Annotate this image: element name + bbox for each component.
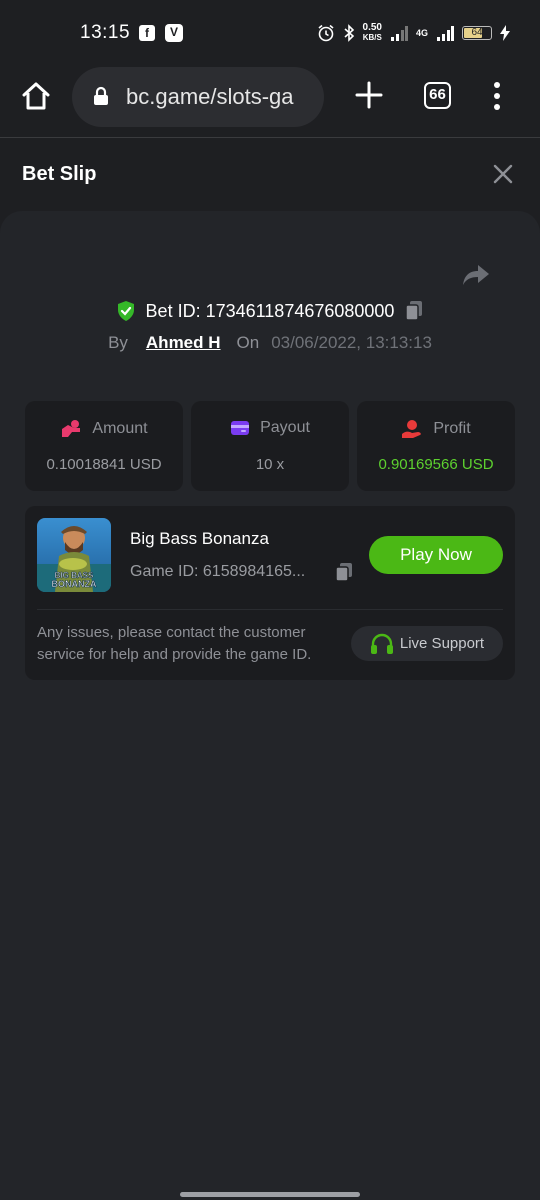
amount-value: 0.10018841 USD bbox=[46, 456, 162, 473]
amount-card: Amount 0.10018841 USD bbox=[25, 401, 183, 491]
signal-icon bbox=[390, 26, 408, 41]
on-label: On bbox=[236, 333, 260, 352]
headset-icon bbox=[370, 633, 393, 654]
battery-icon: 64 bbox=[462, 26, 492, 40]
tab-switcher-button[interactable]: 66 bbox=[424, 82, 451, 109]
bet-detail-panel bbox=[0, 211, 540, 1200]
copy-icon[interactable] bbox=[335, 562, 353, 582]
network-type: 4G bbox=[415, 28, 428, 38]
more-vert-icon[interactable] bbox=[490, 81, 504, 111]
by-label: By bbox=[108, 333, 128, 352]
profit-hand-icon bbox=[402, 420, 422, 438]
thumb-title-line2: BONANZA bbox=[52, 579, 97, 589]
bet-slip-header: Bet Slip bbox=[0, 139, 540, 211]
home-indicator[interactable] bbox=[180, 1192, 360, 1197]
bet-id: Bet ID: 1734611874676080000 bbox=[145, 300, 395, 321]
game-card: BIG BASS BONANZA Big Bass Bonanza Game I… bbox=[25, 506, 515, 680]
lock-icon bbox=[94, 86, 108, 105]
copy-icon[interactable] bbox=[404, 300, 424, 322]
payout-card: Payout 10 x bbox=[191, 401, 349, 491]
money-bag-icon bbox=[62, 420, 81, 437]
payout-value: 10 x bbox=[255, 456, 285, 473]
verified-shield-icon bbox=[117, 301, 134, 321]
net-speed: 0.50 KB/S bbox=[362, 22, 382, 43]
facebook-icon: f bbox=[139, 25, 155, 41]
bet-datetime: 03/06/2022, 13:13:13 bbox=[271, 333, 432, 352]
page-title: Bet Slip bbox=[22, 163, 97, 185]
bet-id-row: Bet ID: 1734611874676080000 bbox=[0, 300, 540, 326]
signal-icon-2 bbox=[437, 26, 454, 41]
browser-toolbar: bc.game/slots-ga 66 bbox=[0, 66, 540, 138]
game-name[interactable]: Big Bass Bonanza bbox=[130, 529, 269, 549]
divider bbox=[37, 609, 503, 610]
payout-label: Payout bbox=[260, 419, 310, 436]
vpn-icon: V bbox=[165, 24, 183, 42]
home-icon[interactable] bbox=[20, 80, 52, 112]
status-icons: 0.50 KB/S 4G 64 bbox=[317, 20, 510, 46]
close-icon[interactable] bbox=[492, 163, 514, 185]
status-time: 13:15 bbox=[80, 22, 131, 43]
live-support-button[interactable]: Live Support bbox=[351, 626, 503, 661]
bluetooth-icon bbox=[343, 24, 354, 42]
share-icon[interactable] bbox=[462, 263, 490, 287]
profit-card: Profit 0.90169566 USD bbox=[357, 401, 515, 491]
plus-icon[interactable] bbox=[354, 80, 384, 110]
status-bar: 13:15 f V 0.50 KB/S 4G 64 bbox=[0, 0, 540, 66]
wallet-icon bbox=[231, 421, 250, 435]
address-bar[interactable]: bc.game/slots-ga bbox=[72, 67, 324, 127]
game-thumbnail[interactable]: BIG BASS BONANZA bbox=[37, 518, 111, 592]
profit-value: 0.90169566 USD bbox=[378, 456, 494, 473]
play-now-button[interactable]: Play Now bbox=[369, 536, 503, 574]
live-support-label: Live Support bbox=[399, 635, 485, 652]
alarm-icon bbox=[318, 24, 334, 42]
profit-label: Profit bbox=[433, 420, 471, 437]
charging-icon bbox=[500, 25, 510, 41]
user-name-link[interactable]: Ahmed H bbox=[146, 333, 221, 353]
support-message: Any issues, please contact the customer … bbox=[37, 624, 312, 663]
game-id: Game ID: 6158984165... bbox=[130, 563, 306, 580]
url-text: bc.game/slots-ga bbox=[126, 84, 294, 109]
bet-meta-row: By Ahmed H On 03/06/2022, 13:13:13 bbox=[0, 333, 540, 357]
amount-label: Amount bbox=[92, 420, 148, 437]
